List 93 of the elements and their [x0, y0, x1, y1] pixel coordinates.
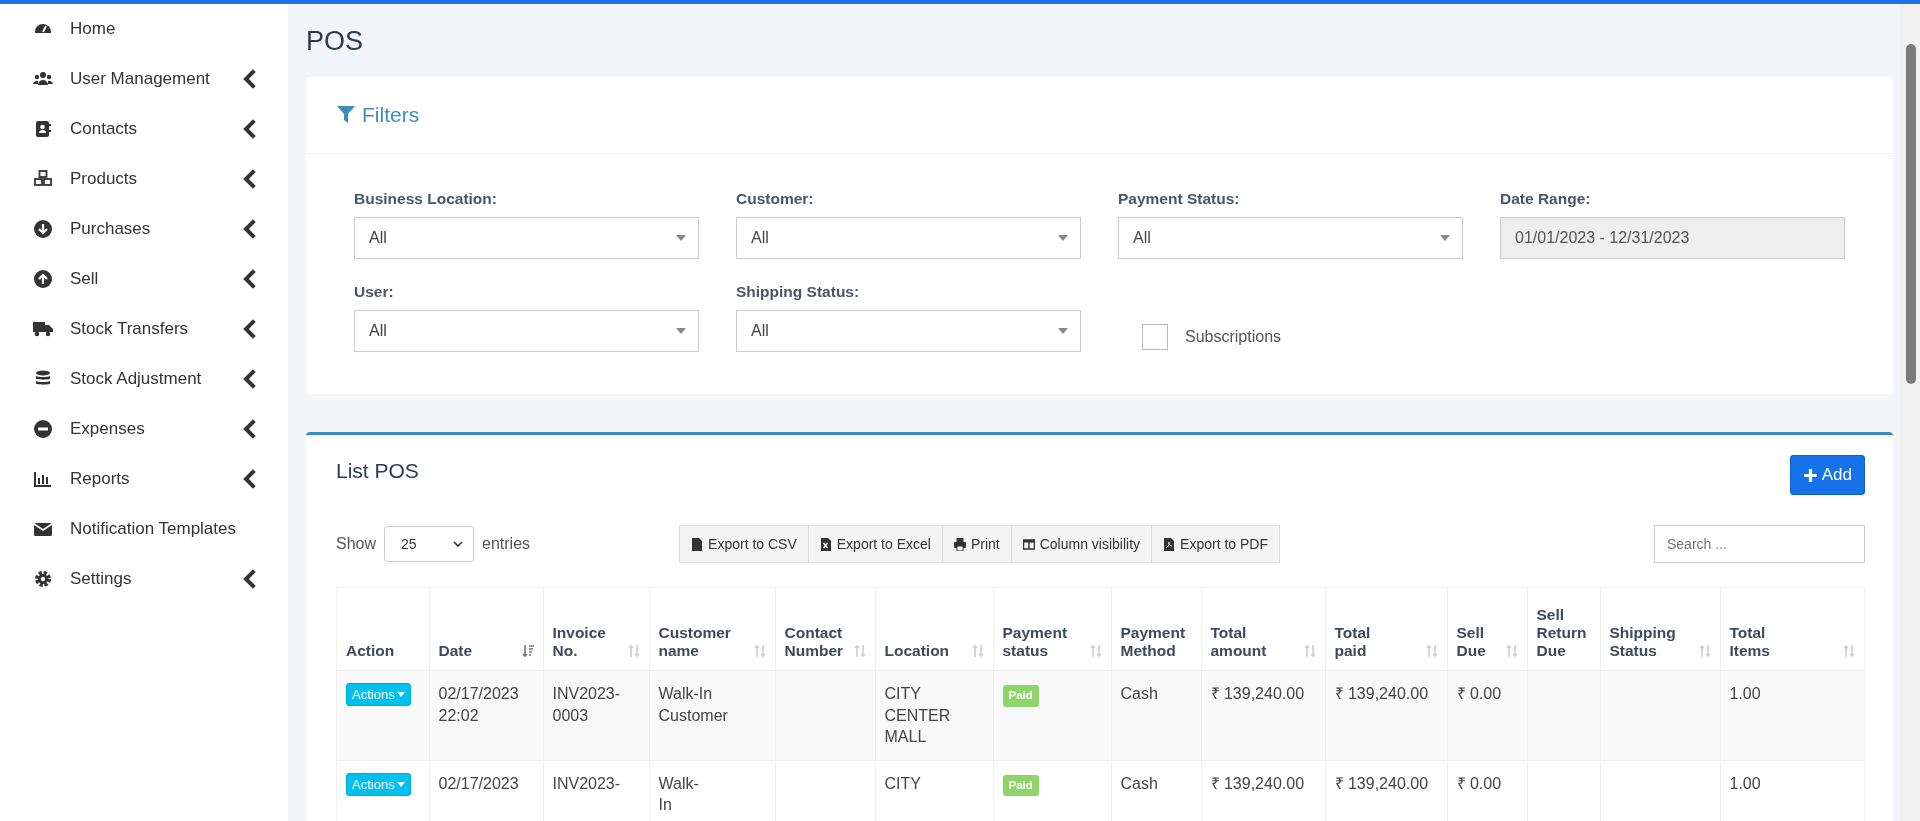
- printer-icon: [953, 537, 966, 551]
- field-label: User:: [354, 283, 395, 301]
- page-size-select[interactable]: 25: [384, 526, 475, 562]
- checkbox[interactable]: [1142, 323, 1168, 350]
- sidebar-item[interactable]: Products: [0, 154, 288, 204]
- table-cell-text: Walk-In: [658, 773, 699, 816]
- field-label: Date Range:: [1500, 190, 1592, 208]
- caret-icon: [1058, 235, 1068, 241]
- excel-file-icon: [819, 537, 832, 551]
- minus-circle-icon: [32, 419, 54, 439]
- select-field[interactable]: All: [354, 310, 699, 352]
- table-cell-text: INV2023-0003: [552, 684, 621, 726]
- sidebar-item[interactable]: Contacts: [0, 104, 288, 154]
- table-cell-text: Cash: [1120, 773, 1158, 794]
- status-badge: Paid: [1002, 685, 1039, 707]
- arrow-down-circle-icon: [32, 219, 54, 239]
- export-button[interactable]: Export to CSV: [679, 525, 809, 563]
- export-button[interactable]: Column visibility: [1010, 525, 1153, 563]
- sort-icon[interactable]: [1842, 644, 1855, 658]
- bar-chart-icon: [32, 469, 54, 489]
- sidebar-item[interactable]: Expenses: [0, 404, 288, 454]
- export-button[interactable]: Print: [941, 525, 1012, 563]
- sort-icon[interactable]: [853, 644, 866, 658]
- sort-icon[interactable]: [1425, 644, 1438, 658]
- sidebar-item[interactable]: Sell: [0, 254, 288, 304]
- caret-icon: [676, 235, 686, 241]
- table-cell-text: 02/17/2023 22:02: [438, 684, 519, 726]
- arrow-up-circle-icon: [32, 269, 54, 289]
- table-cell: ₹ 139,240.00: [1210, 774, 1305, 792]
- add-button[interactable]: Add: [1789, 455, 1865, 495]
- sidebar-item[interactable]: User Management: [0, 54, 288, 104]
- sort-icon[interactable]: [1698, 644, 1711, 658]
- pdf-file-icon: [1163, 537, 1176, 551]
- cubes-icon: [32, 169, 54, 189]
- truck-icon: [32, 319, 54, 339]
- select-field[interactable]: All: [736, 217, 1081, 259]
- caret-icon: [396, 781, 405, 787]
- export-button[interactable]: Export to Excel: [807, 525, 943, 563]
- table-cell-text: CITY CENTER MALL: [884, 684, 951, 748]
- field-label: Customer:: [736, 190, 815, 208]
- table-cell: ₹ 139,240.00: [1334, 685, 1429, 702]
- sort-icon[interactable]: [1089, 644, 1102, 658]
- page-title: POS: [306, 26, 365, 57]
- columns-icon: [1022, 537, 1035, 551]
- sidebar-item[interactable]: Stock Adjustment: [0, 354, 288, 404]
- table-cell-text: 02/17/2023: [438, 773, 519, 794]
- plus-icon: [1802, 467, 1818, 483]
- field-label: Payment Status:: [1118, 190, 1241, 208]
- select-field[interactable]: All: [354, 217, 699, 259]
- table-cell-text: Walk-In Customer: [658, 684, 728, 726]
- table-cell: 1.00: [1729, 685, 1761, 702]
- checkbox-label: Subscriptions: [1185, 327, 1282, 346]
- table-cell: 1.00: [1729, 774, 1761, 792]
- select-field[interactable]: All: [736, 310, 1081, 352]
- search-field[interactable]: Search ...: [1654, 525, 1865, 563]
- table-cell: ₹ 139,240.00: [1210, 685, 1305, 702]
- date-range-field[interactable]: 01/01/2023 - 12/31/2023: [1500, 217, 1845, 259]
- caret-icon: [676, 328, 686, 334]
- sort-icon[interactable]: [753, 644, 766, 658]
- sidebar-item[interactable]: Purchases: [0, 204, 288, 254]
- list-title: List POS: [336, 459, 419, 483]
- table-cell-text: CITY: [884, 773, 921, 794]
- select-field[interactable]: All: [1118, 217, 1463, 259]
- table-cell-text: INV2023-: [552, 773, 621, 794]
- csv-file-icon: [691, 537, 704, 551]
- status-badge: Paid: [1002, 774, 1039, 797]
- export-button[interactable]: Export to PDF: [1151, 525, 1280, 563]
- caret-icon: [396, 692, 405, 697]
- sort-icon[interactable]: [627, 644, 640, 658]
- entries-label: entries: [482, 535, 531, 553]
- sidebar-item[interactable]: Stock Transfers: [0, 304, 288, 354]
- sidebar-item[interactable]: Notification Templates: [0, 504, 288, 554]
- table-cell: ₹ 0.00: [1456, 685, 1502, 702]
- sidebar-item[interactable]: Home: [0, 4, 288, 54]
- sort-icon[interactable]: [971, 644, 984, 658]
- table-cell: ₹ 139,240.00: [1334, 774, 1429, 792]
- filters-title: Filters: [362, 103, 420, 127]
- sort-icon[interactable]: [1303, 644, 1316, 658]
- chevron-down-icon: [453, 541, 464, 547]
- sidebar-item[interactable]: Settings: [0, 554, 288, 604]
- show-label: Show: [336, 535, 377, 553]
- table-cell-text: Cash: [1120, 684, 1158, 704]
- table-cell: ₹ 0.00: [1456, 774, 1502, 792]
- field-label: Business Location:: [354, 190, 498, 208]
- scrollbar-thumb[interactable]: [1906, 44, 1916, 384]
- sort-descending-icon[interactable]: [521, 644, 534, 658]
- sort-icon[interactable]: [1505, 644, 1518, 658]
- filter-icon: [336, 105, 356, 125]
- caret-icon: [1440, 235, 1450, 241]
- sidebar-item[interactable]: Reports: [0, 454, 288, 504]
- field-label: Shipping Status:: [736, 283, 861, 301]
- gear-icon: [32, 569, 54, 589]
- caret-icon: [1058, 328, 1068, 334]
